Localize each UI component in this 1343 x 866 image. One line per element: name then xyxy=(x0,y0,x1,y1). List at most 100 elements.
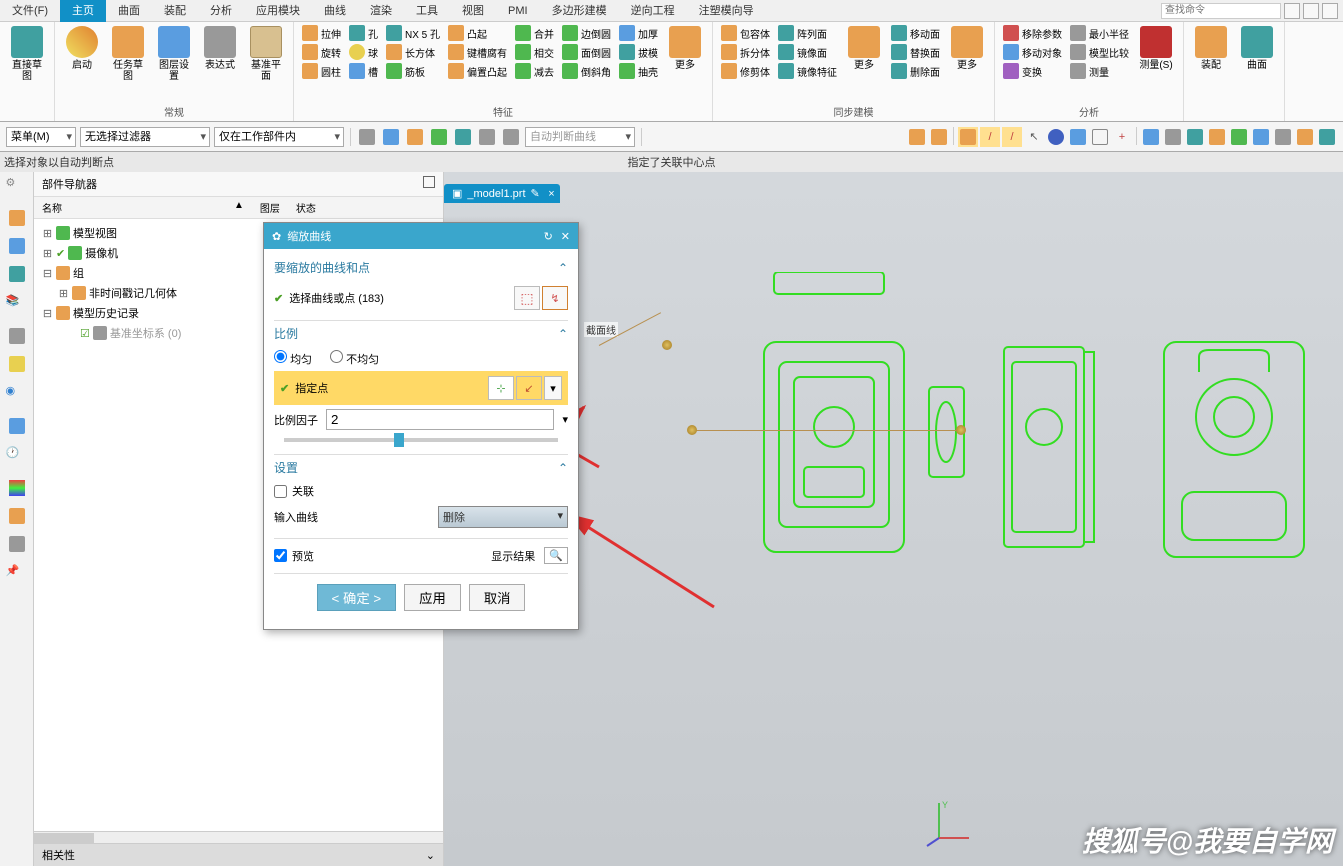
rail-web-icon[interactable]: ◉ xyxy=(6,384,28,406)
snap-9[interactable] xyxy=(1090,127,1110,147)
min-radius-button[interactable]: 最小半径 xyxy=(1068,24,1131,42)
min-button[interactable] xyxy=(1303,3,1319,19)
nav-pin-icon[interactable] xyxy=(423,176,435,188)
help-button[interactable] xyxy=(1284,3,1300,19)
slot-button[interactable]: 键槽腐有 xyxy=(446,43,509,61)
menu-curve[interactable]: 曲线 xyxy=(312,0,358,22)
rail-book-icon[interactable]: 📚 xyxy=(6,294,28,316)
groove-button[interactable]: 槽 xyxy=(347,62,380,80)
rail-browser-icon[interactable] xyxy=(9,418,25,434)
collapse-icon-2[interactable]: ⌃ xyxy=(558,327,568,341)
intersect-button[interactable]: 相交 xyxy=(513,43,556,61)
assembly-button[interactable]: 装配 xyxy=(1190,24,1232,73)
trim-body-button[interactable]: 修剪体 xyxy=(719,62,772,80)
menu-app[interactable]: 应用模块 xyxy=(244,0,312,22)
command-search[interactable] xyxy=(1161,3,1281,19)
start-button[interactable]: 启动 xyxy=(61,24,103,73)
menu-dropdown[interactable]: 菜单(M) xyxy=(6,127,76,147)
menu-surface[interactable]: 曲面 xyxy=(106,0,152,22)
snap-3[interactable] xyxy=(958,127,978,147)
menu-analysis[interactable]: 分析 xyxy=(198,0,244,22)
feature-more-button[interactable]: 更多 xyxy=(664,24,706,73)
handle-point-2[interactable] xyxy=(956,425,966,435)
point-infer-button[interactable]: ↙ xyxy=(516,376,542,400)
snap-4[interactable]: / xyxy=(980,127,1000,147)
show-result-button[interactable]: 🔍 xyxy=(544,547,568,564)
col-layer[interactable]: 图层 xyxy=(252,197,288,218)
model-compare-button[interactable]: 模型比较 xyxy=(1068,43,1131,61)
expression-button[interactable]: 表达式 xyxy=(199,24,241,73)
view-3[interactable] xyxy=(1185,127,1205,147)
tb-btn-1[interactable] xyxy=(357,127,377,147)
point-dropdown-button[interactable]: ▾ xyxy=(544,376,562,400)
menu-render[interactable]: 渲染 xyxy=(358,0,404,22)
menu-pmi[interactable]: PMI xyxy=(496,0,540,22)
point-constructor-button[interactable]: ⊹ xyxy=(488,376,514,400)
tb-btn-5[interactable] xyxy=(453,127,473,147)
measure-big-button[interactable]: 测量(S) xyxy=(1135,24,1177,73)
replace-face-button[interactable]: 替换面 xyxy=(889,43,942,61)
menu-file[interactable]: 文件(F) xyxy=(0,0,60,22)
view-4[interactable] xyxy=(1207,127,1227,147)
associative-checkbox[interactable] xyxy=(274,485,287,498)
rail-assembly-icon[interactable] xyxy=(9,238,25,254)
view-5[interactable] xyxy=(1229,127,1249,147)
subtract-button[interactable]: 减去 xyxy=(513,62,556,80)
snap-8[interactable] xyxy=(1068,127,1088,147)
transform-button[interactable]: 变换 xyxy=(1001,62,1064,80)
select-add-button[interactable]: ⬚ xyxy=(514,286,540,310)
rail-constraint-icon[interactable] xyxy=(9,266,25,282)
tb-btn-2[interactable] xyxy=(381,127,401,147)
mirror-face-button[interactable]: 镜像面 xyxy=(776,43,839,61)
reset-icon[interactable]: ↻ xyxy=(544,230,553,243)
scale-factor-input[interactable] xyxy=(326,409,554,430)
rib-button[interactable]: 筋板 xyxy=(384,62,442,80)
menu-tools[interactable]: 工具 xyxy=(404,0,450,22)
view-6[interactable] xyxy=(1251,127,1271,147)
view-2[interactable] xyxy=(1163,127,1183,147)
ok-button[interactable]: < 确定 > xyxy=(317,584,397,611)
rail-extra-icon[interactable] xyxy=(9,536,25,552)
rail-settings-icon[interactable]: ⚙ xyxy=(6,176,28,198)
filter-combo[interactable]: 无选择过滤器 xyxy=(80,127,210,147)
restore-button[interactable] xyxy=(1322,3,1338,19)
sphere-button[interactable]: 球 xyxy=(347,43,380,61)
move-object-button[interactable]: 移动对象 xyxy=(1001,43,1064,61)
draft-button[interactable]: 拔模 xyxy=(617,43,660,61)
view-8[interactable] xyxy=(1295,127,1315,147)
menu-polygon[interactable]: 多边形建模 xyxy=(540,0,619,22)
menu-mold[interactable]: 注塑模向导 xyxy=(687,0,766,22)
rail-history-icon[interactable] xyxy=(9,328,25,344)
rail-nav-icon[interactable] xyxy=(9,210,25,226)
input-curve-combo[interactable]: 删除 xyxy=(438,506,568,528)
scale-slider[interactable] xyxy=(274,434,568,450)
sketch-button[interactable]: 直接草图 xyxy=(6,24,48,84)
task-sketch-button[interactable]: 任务草图 xyxy=(107,24,149,84)
preview-checkbox[interactable] xyxy=(274,549,287,562)
remove-param-button[interactable]: 移除参数 xyxy=(1001,24,1064,42)
view-7[interactable] xyxy=(1273,127,1293,147)
rail-clock-icon[interactable]: 🕐 xyxy=(6,446,28,468)
tb-btn-7[interactable] xyxy=(501,127,521,147)
measure-button[interactable]: 测量 xyxy=(1068,62,1131,80)
bounding-body-button[interactable]: 包容体 xyxy=(719,24,772,42)
sync-more2-button[interactable]: 更多 xyxy=(946,24,988,73)
snap-1[interactable] xyxy=(907,127,927,147)
rail-reuse-icon[interactable] xyxy=(9,356,25,372)
shell-button[interactable]: 抽壳 xyxy=(617,62,660,80)
chamfer-button[interactable]: 倒斜角 xyxy=(560,62,613,80)
move-face-button[interactable]: 移动面 xyxy=(889,24,942,42)
col-status[interactable]: 状态 xyxy=(288,197,324,218)
snap-combo[interactable]: 自动判断曲线 xyxy=(525,127,635,147)
radio-uniform[interactable]: 均匀 xyxy=(274,350,312,367)
snap-6[interactable]: ↖ xyxy=(1024,127,1044,147)
delete-face-button[interactable]: 删除面 xyxy=(889,62,942,80)
nx5hole-button[interactable]: NX 5 孔 xyxy=(384,24,442,42)
menu-reverse[interactable]: 逆向工程 xyxy=(619,0,687,22)
snap-7[interactable] xyxy=(1046,127,1066,147)
block-button[interactable]: 长方体 xyxy=(384,43,442,61)
collapse-icon-3[interactable]: ⌃ xyxy=(558,461,568,475)
related-panel[interactable]: 相关性⌄ xyxy=(34,843,443,866)
datum-plane-button[interactable]: 基准平面 xyxy=(245,24,287,84)
scope-combo[interactable]: 仅在工作部件内 xyxy=(214,127,344,147)
